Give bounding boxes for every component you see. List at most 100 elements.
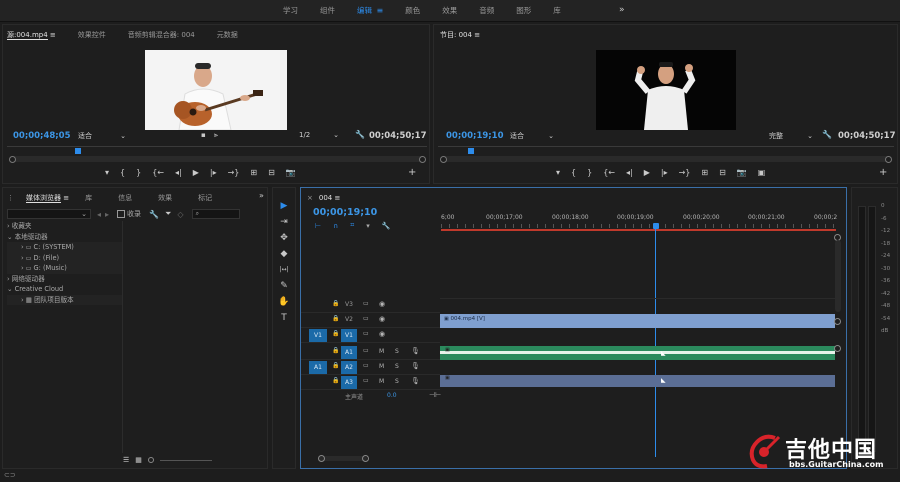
track-target-v1[interactable]: V1 xyxy=(341,329,357,342)
step-forward-icon[interactable]: |▸ xyxy=(661,168,668,177)
play-icon[interactable]: ▶ xyxy=(644,168,650,177)
solo-button[interactable]: S xyxy=(395,348,399,355)
camera-icon[interactable]: 📷 xyxy=(286,168,296,177)
source-playhead[interactable] xyxy=(75,148,81,154)
nest-icon[interactable]: ⊢ xyxy=(315,222,321,230)
film-icon[interactable]: ▭ xyxy=(363,362,369,369)
workspace-tab-effects[interactable]: 效果 xyxy=(431,0,468,22)
type-tool-icon[interactable]: T xyxy=(275,310,293,326)
back-icon[interactable]: ◂ xyxy=(97,210,101,219)
scroll-handle-right[interactable] xyxy=(419,156,426,163)
mark-out-icon[interactable]: } xyxy=(136,168,141,177)
tab-metadata[interactable]: 元数据 xyxy=(217,30,238,40)
eye-icon[interactable]: ◉ xyxy=(379,330,385,338)
workspace-more-button[interactable]: » xyxy=(619,5,625,15)
tab-effects[interactable]: 效果 xyxy=(158,193,172,203)
track-area[interactable]: ▣ 004.mp4 [V] ▣ ◣ ▣ ◣ xyxy=(440,298,835,402)
step-back-icon[interactable]: ◂| xyxy=(175,168,182,177)
go-to-out-icon[interactable]: →} xyxy=(679,168,691,177)
camera-icon[interactable]: 📷 xyxy=(737,168,747,177)
tree-item-team-projects[interactable]: › ▦ 团队项目版本 xyxy=(7,294,122,305)
program-fit-select[interactable]: 适合 ⌄ xyxy=(510,131,554,141)
program-resolution-select[interactable]: 完整 ⌄ xyxy=(769,131,813,141)
source-fit-select[interactable]: 适合 ⌄ xyxy=(78,131,126,141)
menu-icon[interactable]: ≡ xyxy=(63,194,69,202)
status-icon[interactable]: ⊂⊃ xyxy=(4,471,16,479)
workspace-tab-learn[interactable]: 学习 xyxy=(272,0,309,22)
comparison-view-icon[interactable]: ▣ xyxy=(758,168,766,177)
menu-icon[interactable]: ≡ xyxy=(374,6,384,15)
film-icon[interactable]: ▭ xyxy=(363,330,369,337)
lock-icon[interactable]: 🔒 xyxy=(332,377,339,384)
mute-button[interactable]: M xyxy=(379,348,384,355)
microphone-icon[interactable]: 🎙 xyxy=(411,347,420,355)
step-forward-icon[interactable]: |▸ xyxy=(210,168,217,177)
lock-icon[interactable]: 🔒 xyxy=(332,347,339,354)
razor-tool-icon[interactable]: ◆ xyxy=(275,246,293,262)
zoom-slider-knob[interactable] xyxy=(147,457,154,463)
menu-icon[interactable]: ≡ xyxy=(334,194,340,202)
insert-icon[interactable]: ⊞ xyxy=(250,168,257,177)
track-target-a2[interactable]: A2 xyxy=(341,361,357,374)
workspace-tab-editing[interactable]: 编辑 ≡ xyxy=(346,0,394,22)
wrench-icon[interactable]: 🔧 xyxy=(822,130,832,139)
workspace-tab-audio[interactable]: 音频 xyxy=(468,0,505,22)
add-button-icon[interactable]: + xyxy=(879,167,887,178)
tab-effect-controls[interactable]: 效果控件 xyxy=(78,30,106,40)
panel-more-button[interactable]: » xyxy=(259,191,264,200)
vertical-scrollbar[interactable] xyxy=(835,240,841,312)
zoom-slider-track[interactable] xyxy=(159,459,212,461)
track-target-a1[interactable]: A1 xyxy=(341,346,357,359)
mark-in-icon[interactable]: { xyxy=(120,168,125,177)
scroll-handle-left[interactable] xyxy=(440,156,447,163)
tab-audio-clip-mixer[interactable]: 音频剪辑混合器: 004 xyxy=(128,30,195,40)
tab-markers[interactable]: 标记 xyxy=(198,193,212,203)
lock-icon[interactable]: 🔒 xyxy=(332,315,339,322)
tab-program[interactable]: 节目: 004 ≡ xyxy=(440,30,480,40)
lock-icon[interactable]: 🔒 xyxy=(332,300,339,307)
insert-clip-icon[interactable]: ⫸ xyxy=(214,131,218,140)
forward-icon[interactable]: ▸ xyxy=(105,210,109,219)
panel-grip-icon[interactable]: ⋮ xyxy=(7,194,14,202)
list-view-icon[interactable]: ☰ xyxy=(123,456,129,464)
wrench-icon[interactable]: 🔧 xyxy=(355,130,365,139)
add-marker-icon[interactable]: ▾ xyxy=(556,168,560,177)
ingest-checkbox[interactable] xyxy=(117,210,126,218)
view-icon[interactable]: ◇ xyxy=(177,210,183,219)
source-patch-v1[interactable]: V1 xyxy=(309,329,327,342)
solo-button[interactable]: S xyxy=(395,363,399,370)
filter-icon[interactable]: ⏷ xyxy=(165,209,171,219)
track-target-a3[interactable]: A3 xyxy=(341,376,357,389)
search-input[interactable]: ⌕ xyxy=(191,209,240,219)
tree-item-drive-d[interactable]: › ▭ D: (File) xyxy=(7,252,122,263)
marker-icon[interactable]: ▪ xyxy=(201,131,206,139)
add-marker-icon[interactable]: ▾ xyxy=(366,222,370,230)
tab-media-browser[interactable]: 媒体浏览器 ≡ xyxy=(26,193,69,203)
tab-libraries[interactable]: 库 xyxy=(85,193,92,203)
tab-source[interactable]: 源:004.mp4 ≡ xyxy=(7,30,56,40)
icon-view-icon[interactable]: ▦ xyxy=(135,456,142,464)
close-icon[interactable]: × xyxy=(307,194,313,202)
play-icon[interactable]: ▶ xyxy=(193,168,199,177)
program-time-ruler[interactable] xyxy=(438,146,894,156)
program-timecode[interactable]: 00;00;19;10 xyxy=(446,131,504,141)
lift-icon[interactable]: ⊞ xyxy=(701,168,708,177)
workspace-tab-color[interactable]: 颜色 xyxy=(394,0,431,22)
wrench-icon[interactable]: 🔧 xyxy=(149,210,159,219)
eye-icon[interactable]: ◉ xyxy=(379,300,385,308)
solo-button[interactable]: S xyxy=(395,378,399,385)
audio-clip-a1[interactable]: ▣ ◣ xyxy=(440,346,835,360)
track-select-tool-icon[interactable]: ⇥ xyxy=(275,214,293,230)
extract-icon[interactable]: ⊟ xyxy=(719,168,726,177)
step-back-icon[interactable]: ◂| xyxy=(626,168,633,177)
timeline-timecode[interactable]: 00;00;19;10 xyxy=(313,207,377,218)
add-button-icon[interactable]: + xyxy=(408,167,416,178)
film-icon[interactable]: ▭ xyxy=(363,347,369,354)
tree-item-creative-cloud[interactable]: ⌄ Creative Cloud xyxy=(7,284,122,295)
source-time-ruler[interactable] xyxy=(7,146,427,156)
hand-tool-icon[interactable]: ✋ xyxy=(275,294,293,310)
menu-icon[interactable]: ≡ xyxy=(50,31,56,39)
snap-icon[interactable]: ∩ xyxy=(333,222,338,230)
microphone-icon[interactable]: 🎙 xyxy=(411,362,420,370)
scroll-handle-right[interactable] xyxy=(834,345,841,352)
